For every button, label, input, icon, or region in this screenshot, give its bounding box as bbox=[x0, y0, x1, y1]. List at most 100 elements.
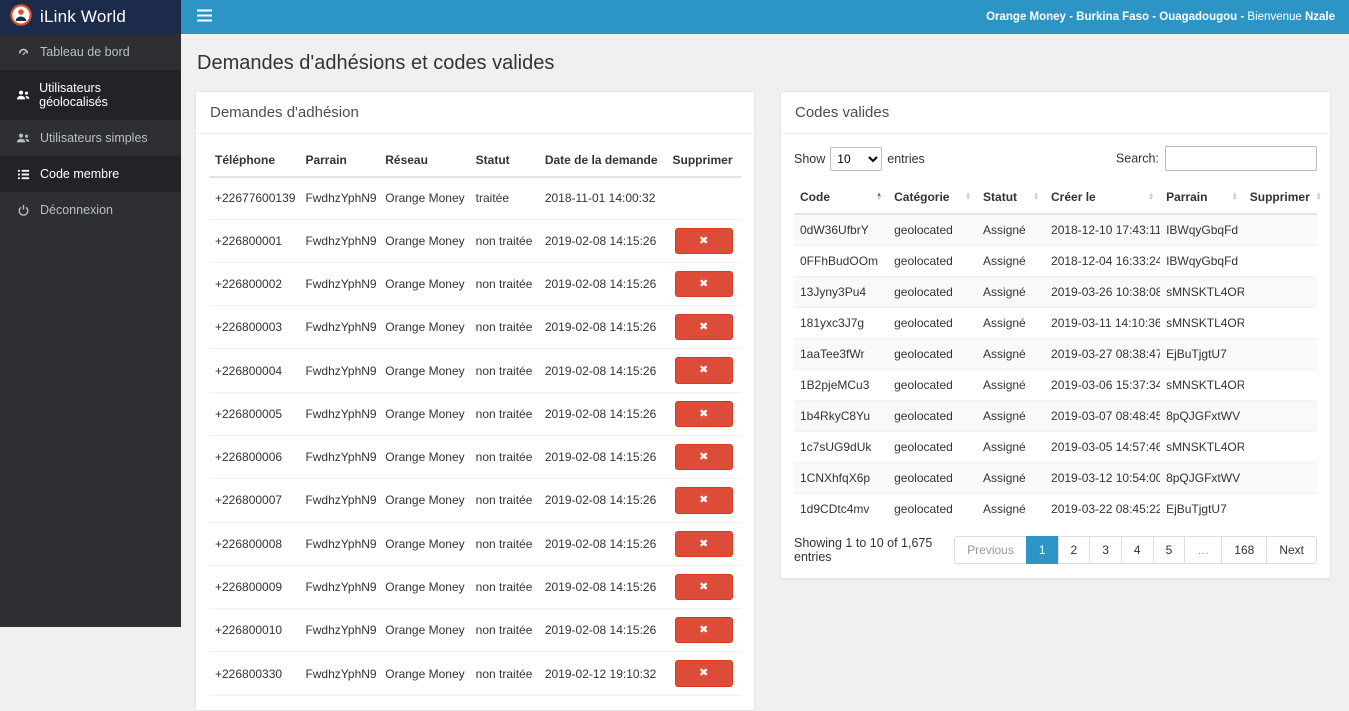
delete-request-button[interactable]: ✖ bbox=[674, 443, 733, 471]
page-button-3[interactable]: 3 bbox=[1089, 536, 1122, 564]
delete-request-button[interactable]: ✖ bbox=[674, 400, 733, 427]
code-cell: 1CNXhfqX6p bbox=[794, 462, 889, 494]
column-header[interactable]: Statut ▲ ▼ bbox=[977, 181, 1046, 215]
page-button-next[interactable]: Next bbox=[1266, 536, 1317, 564]
delete-request-button[interactable]: ✖ bbox=[674, 660, 733, 687]
adhesion-row: +226800008 FwdhzYphN9 Orange Money non trai… bbox=[209, 522, 741, 566]
column-header: Téléphone bbox=[209, 144, 300, 178]
column-header: Date de la demande bbox=[538, 144, 667, 178]
date-cell: 2019-02-08 14:15:26 bbox=[538, 565, 667, 610]
parrain-cell: FwdhzYphN9 bbox=[299, 348, 380, 393]
statut-cell: Assigné bbox=[977, 213, 1046, 246]
page-length-select[interactable]: 10 bbox=[830, 146, 883, 171]
x-icon: ✖ bbox=[699, 580, 709, 593]
column-header[interactable]: Code ▲ ▼ bbox=[794, 181, 889, 215]
adhesion-row: +226800001 FwdhzYphN9 Orange Money non trai… bbox=[209, 219, 741, 263]
page-button-2[interactable]: 2 bbox=[1057, 536, 1091, 564]
sidebar-item-label: Déconnexion bbox=[40, 203, 113, 217]
parrain-cell: FwdhzYphN9 bbox=[299, 651, 380, 696]
code-row: 13Jyny3Pu4 geolocated Assigné 2019-03-26 10… bbox=[794, 276, 1317, 308]
parrain-cell: EjBuTjgtU7 bbox=[1160, 493, 1244, 524]
parrain-cell: EjBuTjgtU7 bbox=[1160, 338, 1244, 370]
column-header: Supprimer bbox=[666, 144, 741, 178]
delete-request-button[interactable]: ✖ bbox=[674, 270, 733, 298]
supprimer-cell: ✖ bbox=[666, 522, 741, 566]
sidebar-item-code-membre[interactable]: Code membre bbox=[0, 156, 181, 192]
adhesion-row: +226800005 FwdhzYphN9 Orange Money non trai… bbox=[209, 392, 741, 436]
adhesion-row: +226800006 FwdhzYphN9 Orange Money non trai… bbox=[209, 435, 741, 480]
date-cell: 2019-02-08 14:15:26 bbox=[538, 608, 667, 653]
delete-request-button[interactable]: ✖ bbox=[674, 530, 733, 557]
sidebar-toggle-button[interactable] bbox=[181, 0, 228, 34]
date-cell: 2019-02-12 19:10:32 bbox=[538, 651, 667, 696]
statut-cell: non traitée bbox=[469, 608, 539, 653]
table-info: Showing 1 to 10 of 1,675 entries bbox=[794, 536, 933, 564]
brand[interactable]: iLink World bbox=[0, 0, 181, 34]
delete-request-button[interactable]: ✖ bbox=[674, 227, 733, 254]
column-header[interactable]: Catégorie ▲ ▼ bbox=[888, 181, 978, 215]
column-header[interactable]: Parrain ▲ ▼ bbox=[1160, 181, 1244, 215]
statut-cell: traitée bbox=[469, 177, 539, 220]
logo-icon bbox=[10, 3, 32, 31]
creer-le-cell: 2019-03-12 10:54:00 bbox=[1045, 462, 1161, 494]
list-icon bbox=[15, 168, 31, 181]
users-icon bbox=[15, 132, 31, 144]
search-input[interactable] bbox=[1165, 146, 1317, 171]
delete-request-button[interactable]: ✖ bbox=[674, 314, 733, 341]
date-cell: 2019-02-08 14:15:26 bbox=[538, 305, 667, 350]
supprimer-cell: ✖ bbox=[666, 651, 741, 696]
statut-cell: non traitée bbox=[469, 522, 539, 566]
date-cell: 2019-02-08 14:15:26 bbox=[538, 522, 667, 566]
date-cell: 2019-02-08 14:15:26 bbox=[538, 219, 667, 263]
adhesion-row: +226800007 FwdhzYphN9 Orange Money non trai… bbox=[209, 478, 741, 523]
page-button-5[interactable]: 5 bbox=[1152, 536, 1186, 564]
telephone-cell: +226800004 bbox=[209, 348, 300, 393]
code-row: 1b4RkyC8Yu geolocated Assigné 2019-03-07 08… bbox=[794, 400, 1317, 432]
sidebar-item-utilisateurs-geolocalises[interactable]: Utilisateurs géolocalisés bbox=[0, 70, 181, 120]
adhesion-row: +226800009 FwdhzYphN9 Orange Money non trai… bbox=[209, 565, 741, 610]
parrain-cell: FwdhzYphN9 bbox=[299, 478, 380, 523]
page-button-4[interactable]: 4 bbox=[1120, 536, 1154, 564]
column-header[interactable]: Créer le ▲ ▼ bbox=[1045, 181, 1161, 215]
parrain-cell: sMNSKTL4OR bbox=[1160, 307, 1244, 339]
statut-cell: non traitée bbox=[469, 478, 539, 523]
sidebar-item-deconnexion[interactable]: Déconnexion bbox=[0, 192, 181, 228]
sort-icon: ▲ ▼ bbox=[1315, 191, 1322, 202]
supprimer-cell bbox=[1243, 245, 1317, 277]
code-cell: 1B2pjeMCu3 bbox=[794, 369, 889, 401]
parrain-cell: FwdhzYphN9 bbox=[299, 177, 380, 220]
sidebar-item-tableau-de-bord[interactable]: Tableau de bord bbox=[0, 34, 181, 70]
sidebar-item-label: Tableau de bord bbox=[40, 45, 130, 59]
codes-table: Code ▲ ▼ Catégorie ▲ ▼ Statut ▲ ▼ Créer le ▲ ▼ Parra… bbox=[794, 181, 1322, 524]
date-cell: 2019-02-08 14:15:26 bbox=[538, 435, 667, 480]
statut-cell: non traitée bbox=[469, 348, 539, 393]
page-button-1[interactable]: 1 bbox=[1025, 536, 1059, 564]
page-button-168[interactable]: 168 bbox=[1221, 536, 1268, 564]
parrain-cell: IBWqyGbqFd bbox=[1160, 245, 1244, 277]
delete-request-button[interactable]: ✖ bbox=[674, 617, 733, 644]
supprimer-cell bbox=[1243, 369, 1317, 401]
codes-panel-body: Show 10 entries Search: Code ▲ ▼ Catégorie ▲ ▼ S… bbox=[781, 134, 1330, 578]
delete-request-button[interactable]: ✖ bbox=[674, 357, 733, 384]
creer-le-cell: 2019-03-11 14:10:36 bbox=[1045, 307, 1161, 339]
page-title: Demandes d'adhésions et codes valides bbox=[197, 52, 555, 74]
telephone-cell: +226800005 bbox=[209, 392, 300, 436]
hamburger-icon bbox=[197, 9, 212, 25]
delete-request-button[interactable]: ✖ bbox=[674, 573, 733, 601]
sidebar-item-utilisateurs-simples[interactable]: Utilisateurs simples bbox=[0, 120, 181, 156]
statut-cell: Assigné bbox=[977, 276, 1046, 308]
delete-request-button[interactable]: ✖ bbox=[674, 487, 733, 514]
page-button-previous[interactable]: Previous bbox=[954, 536, 1027, 564]
code-row: 1c7sUG9dUk geolocated Assigné 2019-03-05 14… bbox=[794, 431, 1317, 463]
statut-cell: non traitée bbox=[469, 219, 539, 263]
panels: Demandes d'adhésion Téléphone Parrain Rése… bbox=[195, 91, 1331, 711]
sidebar-item-label: Utilisateurs géolocalisés bbox=[39, 81, 108, 109]
reseau-cell: Orange Money bbox=[379, 435, 470, 480]
telephone-cell: +226800007 bbox=[209, 478, 300, 523]
column-header[interactable]: Supprimer ▲ ▼ bbox=[1243, 181, 1322, 215]
code-cell: 1b4RkyC8Yu bbox=[794, 400, 889, 432]
date-cell: 2019-02-08 14:15:26 bbox=[538, 262, 667, 307]
code-row: 1CNXhfqX6p geolocated Assigné 2019-03-12 10… bbox=[794, 462, 1317, 494]
statut-cell: non traitée bbox=[469, 392, 539, 436]
adhesions-panel-title: Demandes d'adhésion bbox=[196, 92, 754, 134]
